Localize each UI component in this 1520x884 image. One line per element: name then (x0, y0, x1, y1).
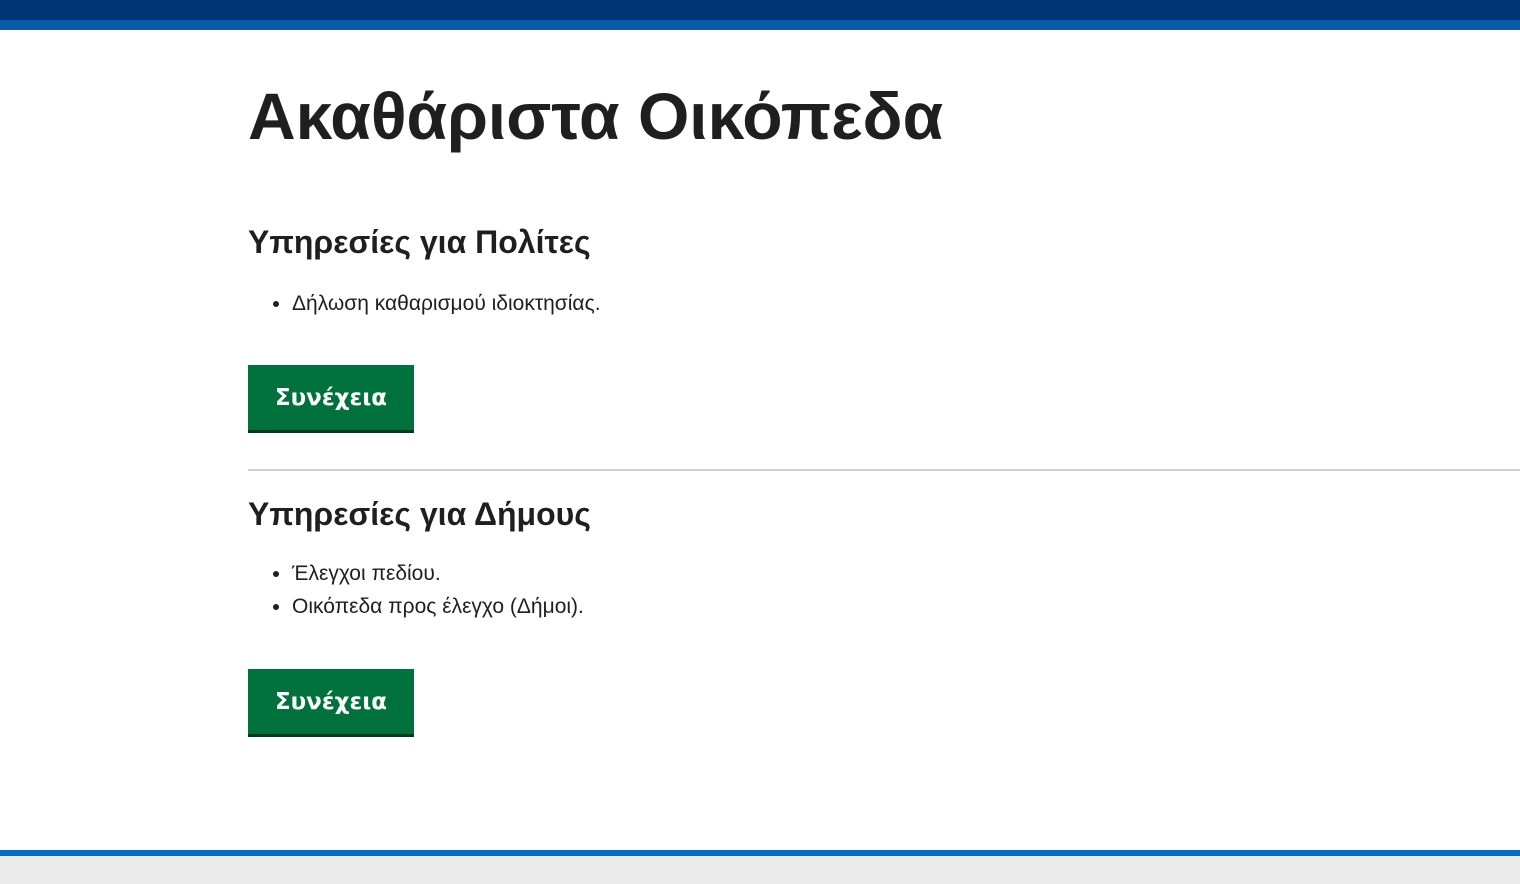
list-item: Οικόπεδα προς έλεγχο (Δήμοι). (292, 590, 584, 623)
citizens-continue-button[interactable]: Συνέχεια (248, 365, 414, 433)
list-item: Έλεγχοι πεδίου. (292, 557, 584, 590)
municipalities-continue-button[interactable]: Συνέχεια (248, 669, 414, 737)
citizens-services-list: Δήλωση καθαρισμού ιδιοκτησίας. (248, 287, 601, 320)
citizens-services-heading: Υπηρεσίες για Πολίτες (248, 224, 591, 260)
municipalities-services-list: Έλεγχοι πεδίου. Οικόπεδα προς έλεγχο (Δή… (248, 557, 584, 623)
municipalities-services-heading: Υπηρεσίες για Δήμους (248, 496, 591, 532)
header-stripe (0, 20, 1520, 30)
site-footer (0, 850, 1520, 884)
site-header (0, 0, 1520, 20)
page-title: Ακαθάριστα Οικόπεδα (248, 79, 944, 153)
section-divider (248, 469, 1520, 471)
list-item: Δήλωση καθαρισμού ιδιοκτησίας. (292, 287, 601, 320)
